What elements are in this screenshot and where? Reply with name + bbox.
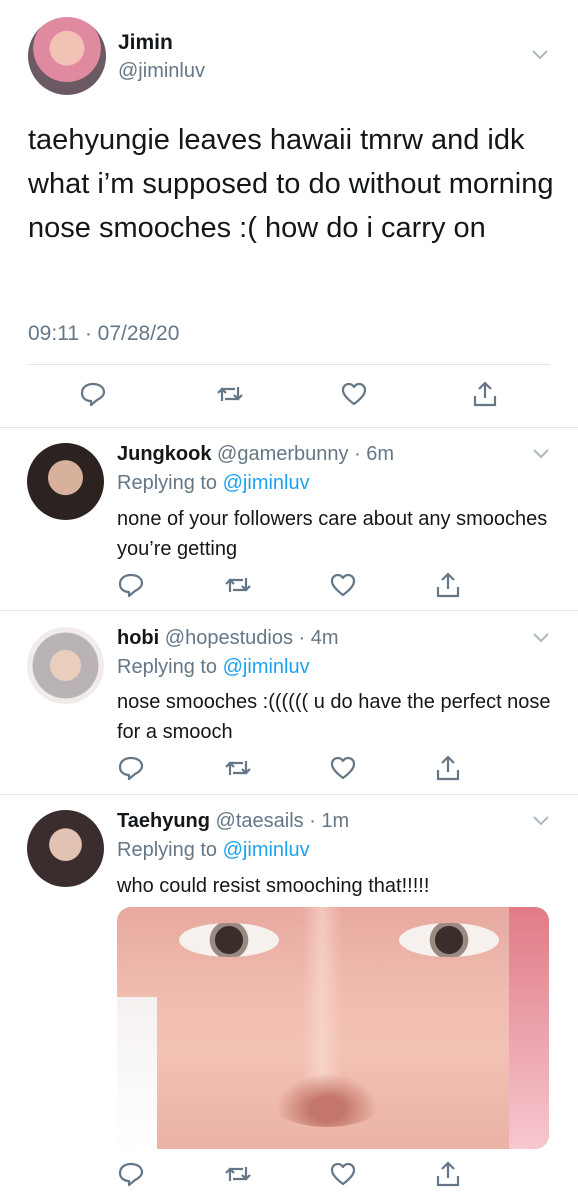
replying-to-link[interactable]: @jiminluv — [223, 839, 310, 861]
heart-icon[interactable] — [340, 380, 368, 408]
reply-header: Jungkook @gamerbunny · 6m — [117, 443, 394, 466]
chevron-down-icon[interactable] — [532, 815, 550, 827]
replying-to: Replying to @jiminluv — [117, 472, 310, 495]
heart-icon[interactable] — [329, 1160, 357, 1188]
retweet-icon[interactable] — [216, 380, 244, 408]
main-action-bar — [0, 380, 578, 412]
retweet-icon[interactable] — [224, 754, 252, 782]
attached-photo[interactable] — [117, 907, 549, 1149]
reply-icon[interactable] — [117, 1160, 145, 1188]
replying-to-label: Replying to — [117, 839, 218, 861]
reply-text: nose smooches :(((((( u do have the perf… — [117, 691, 551, 743]
reply-header: Taehyung @taesails · 1m — [117, 810, 349, 833]
author-name[interactable]: Jungkook — [117, 443, 211, 465]
divider — [0, 610, 578, 611]
avatar[interactable] — [27, 810, 104, 887]
reply-age: · 4m — [298, 627, 339, 649]
avatar[interactable] — [27, 443, 104, 520]
retweet-icon[interactable] — [224, 571, 252, 599]
chevron-down-icon[interactable] — [532, 632, 550, 644]
reply-age: · 1m — [309, 810, 350, 832]
reply-age: · 6m — [354, 443, 395, 465]
heart-icon[interactable] — [329, 754, 357, 782]
author-name[interactable]: hobi — [117, 627, 159, 649]
reply-text: who could resist smooching that!!!!! — [117, 875, 430, 897]
chevron-down-icon[interactable] — [531, 49, 549, 61]
replying-to-link[interactable]: @jiminluv — [223, 656, 310, 678]
reply-action-bar — [0, 754, 578, 786]
retweet-icon[interactable] — [224, 1160, 252, 1188]
author-handle[interactable]: @taesails — [216, 810, 304, 832]
reply-icon[interactable] — [117, 754, 145, 782]
avatar[interactable] — [27, 627, 104, 704]
reply-action-bar — [0, 571, 578, 603]
author-name[interactable]: Taehyung — [117, 810, 210, 832]
replying-to-label: Replying to — [117, 656, 218, 678]
replying-to-link[interactable]: @jiminluv — [223, 472, 310, 494]
author-name[interactable]: Jimin — [118, 31, 173, 55]
replying-to-label: Replying to — [117, 472, 218, 494]
tweet-text: taehyungie leaves hawaii tmrw and idk wh… — [28, 124, 554, 244]
replying-to: Replying to @jiminluv — [117, 839, 310, 862]
photo-eye — [179, 923, 279, 957]
tweet-timestamp[interactable]: 09:11 · 07/28/20 — [28, 322, 179, 346]
photo-eye — [399, 923, 499, 957]
share-icon[interactable] — [434, 1160, 462, 1188]
share-icon[interactable] — [434, 754, 462, 782]
replying-to: Replying to @jiminluv — [117, 656, 310, 679]
author-handle[interactable]: @jiminluv — [118, 60, 205, 83]
share-icon[interactable] — [471, 380, 499, 408]
divider — [0, 427, 578, 428]
reply-header: hobi @hopestudios · 4m — [117, 627, 339, 650]
author-handle[interactable]: @gamerbunny — [217, 443, 348, 465]
reply-icon[interactable] — [79, 380, 107, 408]
divider — [28, 364, 550, 365]
heart-icon[interactable] — [329, 571, 357, 599]
share-icon[interactable] — [434, 571, 462, 599]
photo-background — [509, 907, 549, 1149]
photo-nose-tip — [267, 1067, 387, 1127]
photo-background — [117, 997, 157, 1149]
avatar[interactable] — [28, 17, 106, 95]
divider — [0, 794, 578, 795]
reply-icon[interactable] — [117, 571, 145, 599]
author-handle[interactable]: @hopestudios — [165, 627, 293, 649]
chevron-down-icon[interactable] — [532, 448, 550, 460]
reply-action-bar — [0, 1160, 578, 1192]
reply-text: none of your followers care about any sm… — [117, 508, 548, 560]
